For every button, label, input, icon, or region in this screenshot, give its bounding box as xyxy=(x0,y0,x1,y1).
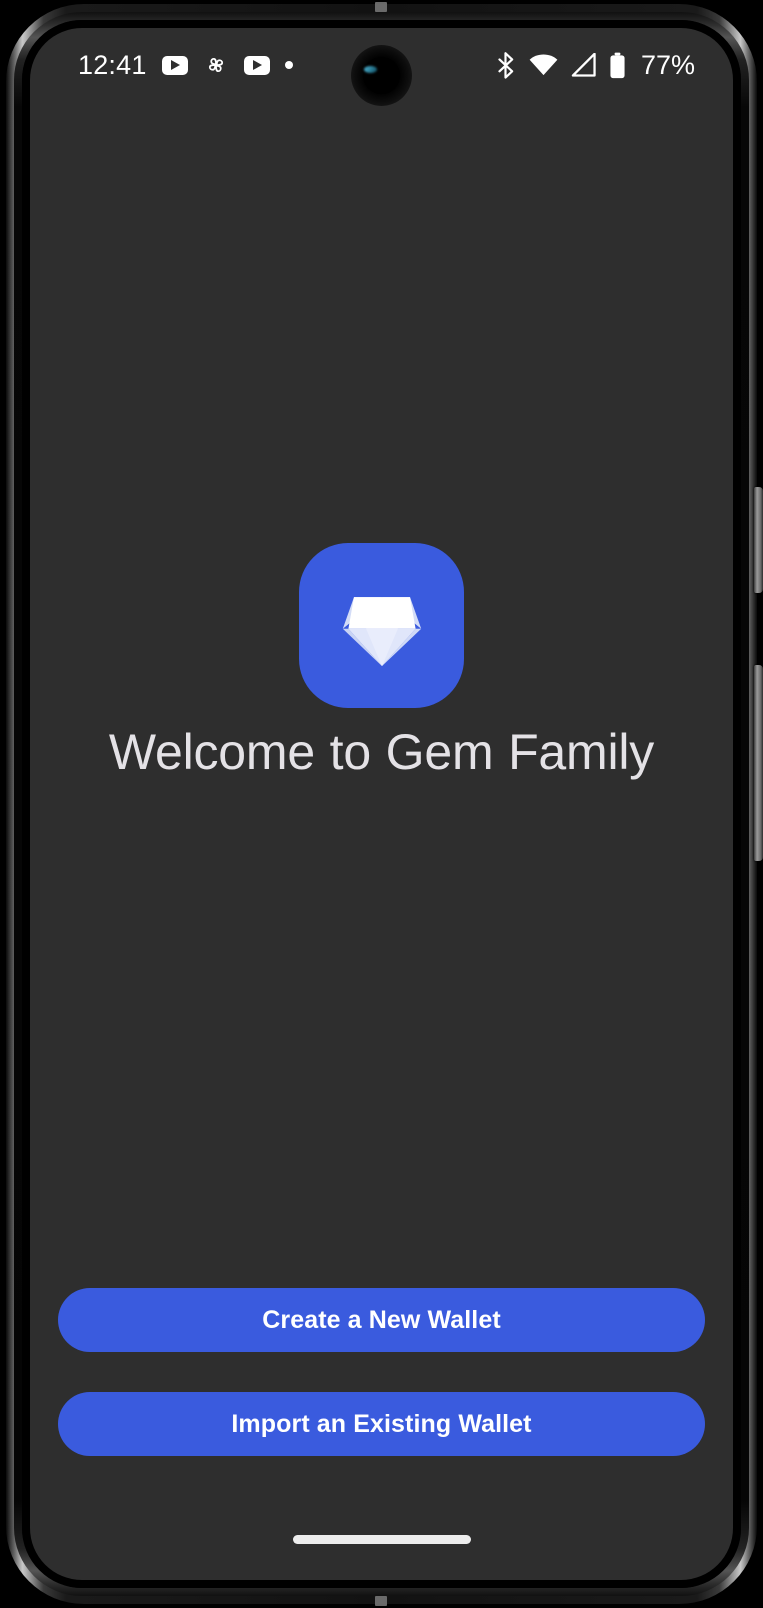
battery-percentage-label: 77% xyxy=(640,49,695,80)
cellular-signal-icon xyxy=(571,53,596,77)
page-title: Welcome to Gem Family xyxy=(108,724,655,780)
power-button[interactable] xyxy=(754,487,763,593)
phone-screen: 12:41 77% Welcome to Gem Family Create a… xyxy=(30,28,733,1580)
battery-icon xyxy=(609,52,626,79)
volume-rocker-button[interactable] xyxy=(754,665,763,861)
status-bar-left-group: 12:41 xyxy=(78,49,293,80)
create-wallet-button[interactable]: Create a New Wallet xyxy=(58,1288,705,1352)
notification-dot-icon xyxy=(284,61,293,69)
youtube-icon xyxy=(161,55,188,75)
bluetooth-icon xyxy=(495,51,516,79)
antenna-band-bottom xyxy=(375,1596,387,1606)
antenna-band-top xyxy=(375,2,387,12)
phone-device-frame: 12:41 77% Welcome to Gem Family Create a… xyxy=(0,0,763,1608)
camera-lens xyxy=(363,57,400,94)
app-content: Welcome to Gem Family Create a New Walle… xyxy=(30,102,733,1580)
status-clock: 12:41 xyxy=(78,49,147,80)
action-buttons-group: Create a New Wallet Import an Existing W… xyxy=(58,1288,705,1456)
welcome-hero-section: Welcome to Gem Family xyxy=(30,102,733,1222)
status-bar-right-group: 77% xyxy=(495,49,695,80)
gem-app-icon xyxy=(299,543,464,708)
camera-lens-glint xyxy=(364,66,377,73)
youtube-icon xyxy=(243,55,270,75)
wifi-icon xyxy=(529,54,558,76)
import-wallet-button[interactable]: Import an Existing Wallet xyxy=(58,1392,705,1456)
home-indicator[interactable] xyxy=(292,1535,471,1544)
front-camera-punch-hole xyxy=(351,45,412,106)
google-photos-icon xyxy=(203,52,229,78)
